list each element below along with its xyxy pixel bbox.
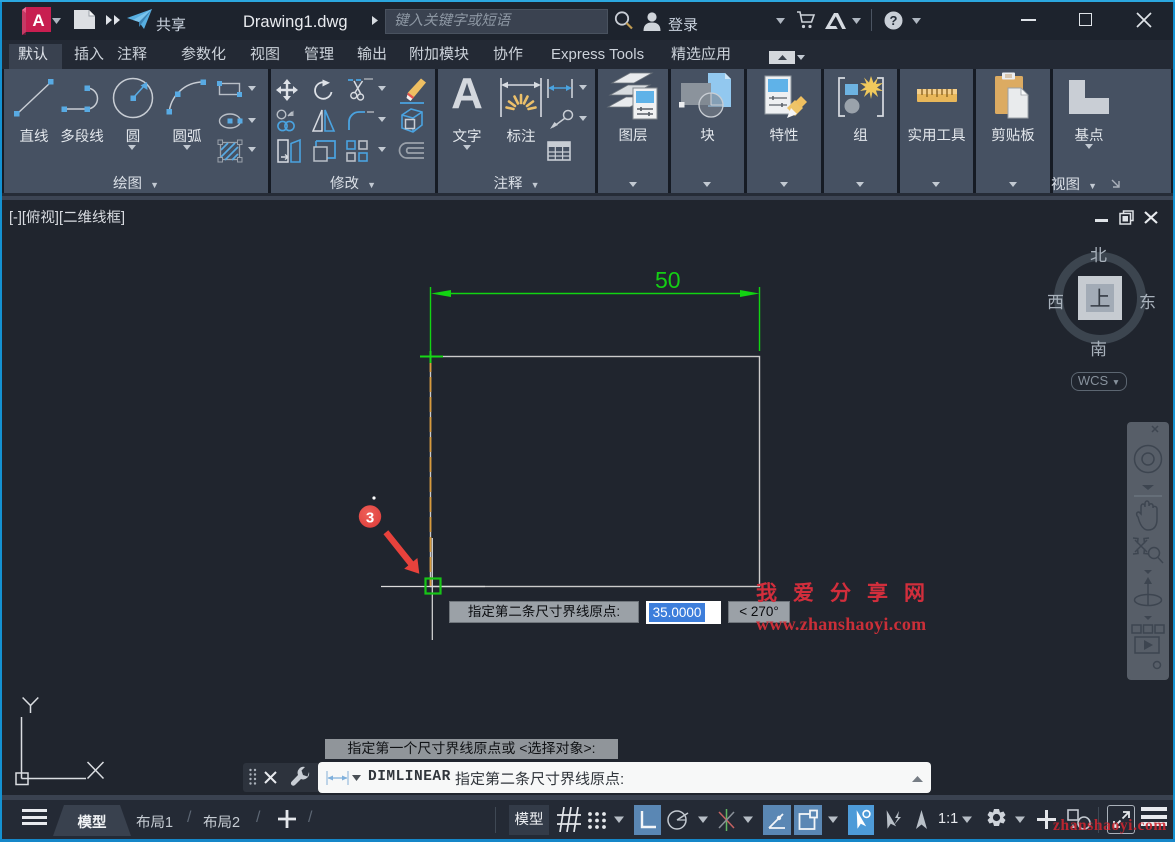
svg-text:3: 3: [366, 510, 374, 527]
